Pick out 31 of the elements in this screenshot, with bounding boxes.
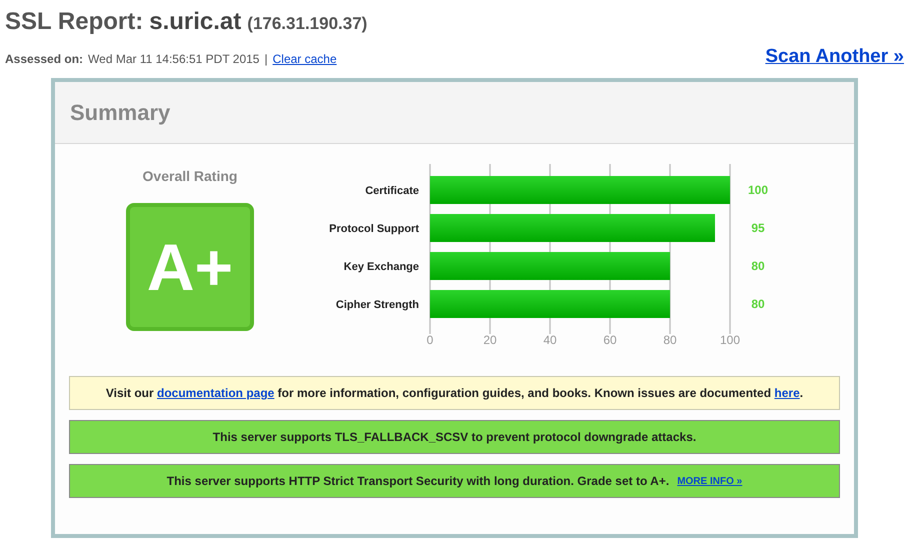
category-label: Certificate	[365, 185, 419, 197]
axis-tick-label: 80	[663, 333, 677, 347]
assessed-date: Wed Mar 11 14:56:51 PDT 2015	[88, 50, 260, 68]
ip-address: (176.31.190.37)	[247, 13, 368, 35]
axis-tick-label: 40	[543, 333, 557, 347]
host-name: s.uric.at	[149, 7, 242, 37]
overall-rating-label: Overall Rating	[142, 167, 238, 186]
assessed-label: Assessed on:	[5, 50, 84, 68]
separator: |	[264, 50, 268, 68]
grade-badge: A+	[126, 203, 254, 331]
category-label: Cipher Strength	[336, 299, 419, 311]
scan-another-link[interactable]: Scan Another »	[765, 43, 904, 72]
notice-link[interactable]: documentation page	[157, 386, 274, 400]
axis-tick-label: 100	[720, 333, 740, 347]
category-label: Protocol Support	[329, 223, 419, 235]
more-info-link[interactable]: MORE INFO »	[677, 474, 742, 488]
notice-message: Visit our documentation page for more information, configuration guides, and books. Known issues are documented here.	[106, 385, 804, 402]
score-value: 80	[751, 259, 765, 273]
clear-cache-link[interactable]: Clear cache	[272, 50, 337, 68]
notice-message: This server supports TLS_FALLBACK_SCSV to prevent protocol downgrade attacks.	[212, 429, 696, 446]
score-value: 100	[748, 183, 768, 197]
score-value: 80	[751, 297, 765, 311]
page-title: SSL Report:	[5, 7, 144, 37]
notice-link[interactable]: here	[774, 386, 800, 400]
category-label: Key Exchange	[344, 261, 419, 273]
axis-tick-label: 0	[426, 333, 434, 347]
axis-tick-label: 60	[603, 333, 617, 347]
axis-tick-label: 20	[483, 333, 497, 347]
summary-title: Summary	[70, 99, 170, 127]
notice-message: This server supports HTTP Strict Transport Security with long duration. Grade set to A+.	[166, 473, 670, 490]
score-value: 95	[751, 221, 765, 235]
